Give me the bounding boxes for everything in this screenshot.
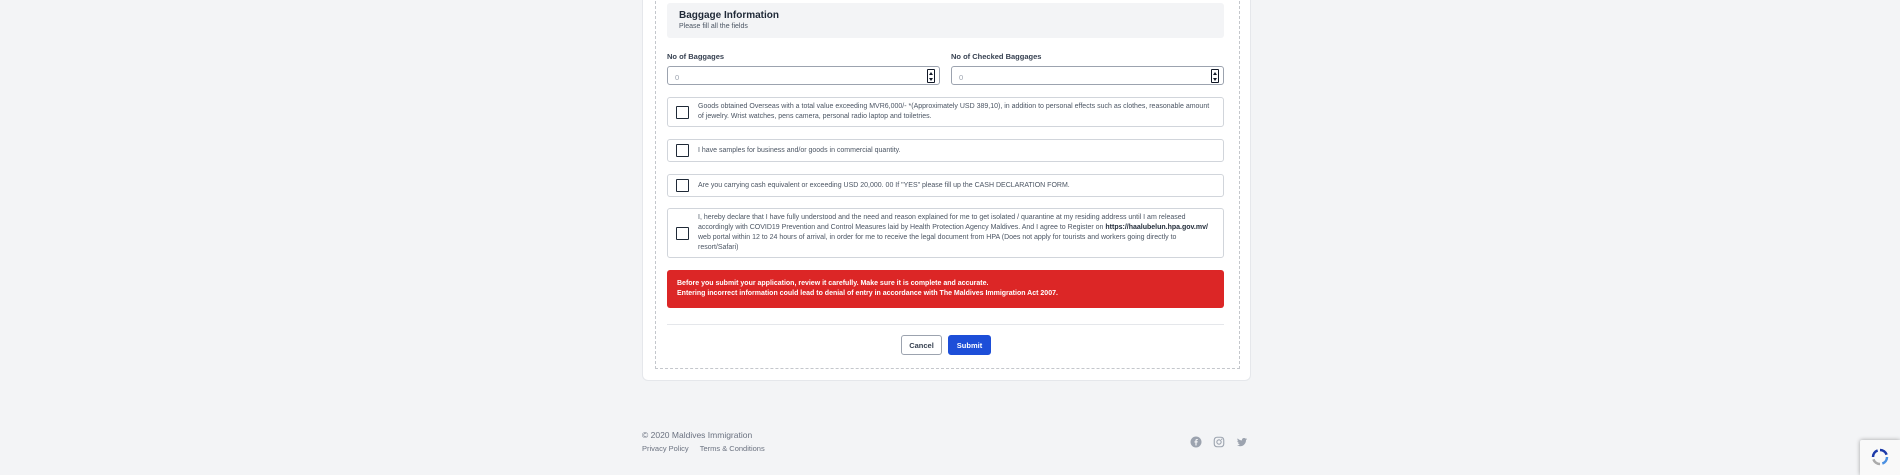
- instagram-icon[interactable]: [1213, 435, 1225, 448]
- checked-baggages-stepper[interactable]: [1211, 69, 1219, 83]
- social-links: [1190, 435, 1248, 448]
- declaration-goods-text: Goods obtained Overseas with a total val…: [698, 103, 1210, 120]
- declaration-quarantine: I, hereby declare that I have fully unde…: [667, 208, 1224, 258]
- divider: [667, 324, 1224, 325]
- recaptcha-badge[interactable]: [1860, 440, 1900, 475]
- baggages-label: No of Baggages: [667, 52, 725, 61]
- checked-baggages-input[interactable]: [952, 69, 1223, 86]
- terms-conditions-link[interactable]: Terms & Conditions: [700, 444, 765, 453]
- declaration-samples-checkbox[interactable]: [676, 144, 689, 157]
- twitter-icon[interactable]: [1236, 435, 1248, 447]
- declaration-cash: Are you carrying cash equivalent or exce…: [667, 174, 1224, 197]
- submit-button[interactable]: Submit: [948, 335, 991, 355]
- declaration-quarantine-text: I, hereby declare that I have fully unde…: [698, 214, 1208, 251]
- recaptcha-icon: [1871, 448, 1889, 466]
- section-title: Baggage Information: [679, 10, 780, 21]
- facebook-icon[interactable]: [1190, 435, 1202, 448]
- section-subtitle: Please fill all the fields: [679, 23, 748, 30]
- baggages-input[interactable]: [668, 69, 939, 86]
- footer-links: Privacy Policy Terms & Conditions: [642, 444, 765, 453]
- baggages-field: [667, 66, 940, 86]
- section-header: Baggage Information Please fill all the …: [667, 3, 1224, 38]
- hpa-portal-link[interactable]: https://haalubelun.hpa.gov.mv/: [1105, 224, 1208, 231]
- privacy-policy-link[interactable]: Privacy Policy: [642, 444, 689, 453]
- alert-line-2: Entering incorrect information could lea…: [677, 290, 1058, 297]
- stepper-down-icon: [1213, 77, 1217, 81]
- checked-baggages-label: No of Checked Baggages: [951, 52, 1042, 61]
- declaration-goods: Goods obtained Overseas with a total val…: [667, 97, 1224, 127]
- stepper-up-icon: [929, 71, 933, 75]
- stepper-down-icon: [929, 77, 933, 81]
- warning-alert: Before you submit your application, revi…: [667, 270, 1224, 308]
- declaration-samples-text: I have samples for business and/or goods…: [698, 146, 901, 154]
- declaration-cash-checkbox[interactable]: [676, 179, 689, 192]
- baggages-stepper[interactable]: [927, 69, 935, 83]
- checked-baggages-field: [951, 66, 1224, 86]
- declaration-goods-checkbox[interactable]: [676, 105, 689, 119]
- declaration-samples: I have samples for business and/or goods…: [667, 139, 1224, 162]
- stepper-up-icon: [1213, 71, 1217, 75]
- footer-copyright: © 2020 Maldives Immigration: [642, 430, 753, 440]
- declaration-cash-text: Are you carrying cash equivalent or exce…: [698, 181, 1070, 189]
- declaration-quarantine-checkbox[interactable]: [676, 226, 689, 240]
- alert-line-1: Before you submit your application, revi…: [677, 280, 989, 287]
- cancel-button[interactable]: Cancel: [901, 335, 942, 355]
